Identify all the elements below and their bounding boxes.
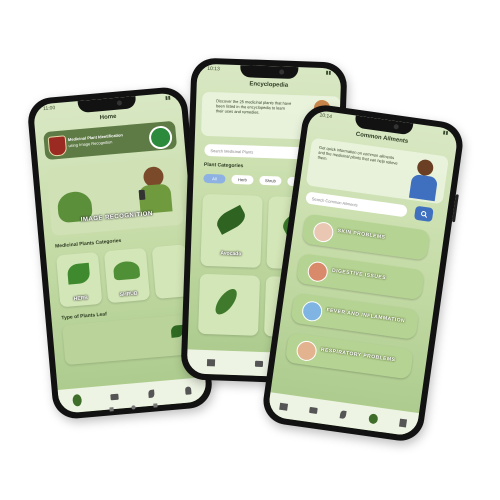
- plant-tile-avocado[interactable]: Avocado: [200, 193, 263, 268]
- ailment-respiratory-problems[interactable]: RESPIRATORY PROBLEMS: [284, 332, 414, 380]
- filter-shrub[interactable]: Shrub: [259, 175, 282, 186]
- herb-leaf-icon: [66, 262, 91, 285]
- categories-label: Medicinal Plants Categories: [54, 237, 122, 250]
- ailment-fever-inflammation[interactable]: FEVER AND INFLAMMATION: [290, 292, 420, 340]
- home-icon[interactable]: [72, 393, 83, 407]
- home-icon[interactable]: [206, 358, 216, 367]
- stomach-icon: [306, 260, 330, 283]
- leaf-icon[interactable]: [338, 410, 348, 420]
- thermometer-icon: [300, 300, 324, 323]
- battery-icon: ▮▮: [164, 95, 171, 102]
- battery-icon: ▮▮: [325, 70, 332, 77]
- filter-all[interactable]: All: [203, 173, 226, 184]
- plant-label-avocado: Avocado: [220, 250, 242, 258]
- system-recents-icon[interactable]: [153, 403, 158, 408]
- image-recognition-banner[interactable]: IMAGE RECOGNITION: [46, 156, 184, 236]
- app-logo-icon: [148, 125, 174, 150]
- avocado-leaf-icon: [213, 204, 249, 235]
- shrub-icon: [112, 260, 141, 281]
- status-time: 10:13: [207, 65, 220, 73]
- ailment-skin-problems[interactable]: SKIN PROBLEMS: [301, 213, 431, 261]
- person-icon[interactable]: [183, 386, 193, 396]
- bottom-nav: [267, 392, 420, 437]
- home-screen: 11:00 ▮▮ Home Medicinal Plant Identifica…: [32, 92, 208, 414]
- lungs-icon: [295, 339, 318, 363]
- school-logo-icon: [47, 135, 68, 157]
- fern-leaf-icon: [211, 285, 241, 318]
- battery-icon: ▮▮: [442, 129, 449, 137]
- ailment-label: SKIN PROBLEMS: [337, 228, 386, 241]
- search-input[interactable]: Search Medicinal Plants: [204, 143, 305, 160]
- page-title: Encyclopedia: [249, 81, 289, 89]
- ailment-label: FEVER AND INFLAMMATION: [326, 307, 406, 325]
- status-time: 11:00: [42, 105, 56, 113]
- search-icon: [420, 210, 427, 218]
- system-home-icon[interactable]: [131, 405, 136, 410]
- ailment-label: DIGESTIVE ISSUES: [331, 267, 387, 282]
- category-tile-shrub[interactable]: SHRUB: [103, 247, 151, 304]
- category-tile-herb[interactable]: HERB: [55, 251, 103, 308]
- category-label-shrub: SHRUB: [119, 290, 138, 299]
- skin-hand-icon: [312, 220, 335, 244]
- camera-icon[interactable]: [308, 405, 318, 415]
- search-button[interactable]: [413, 205, 434, 223]
- leaf-icon[interactable]: [146, 389, 156, 399]
- intro-text: Get quick information on common ailments…: [317, 144, 399, 166]
- plant-categories-label: Plant Categories: [203, 161, 244, 170]
- header-card: Medicinal Plant Identification using Ima…: [43, 120, 178, 161]
- leaf-types-label: Type of Plants Leaf: [61, 311, 108, 322]
- phone-in-hand-icon: [138, 189, 146, 201]
- camera-icon[interactable]: [109, 392, 119, 402]
- ailment-digestive-issues[interactable]: DIGESTIVE ISSUES: [295, 253, 425, 301]
- intro-text: Discover the 25 medicinal plants that ha…: [215, 98, 292, 115]
- system-back-icon[interactable]: [109, 407, 114, 412]
- power-button: [451, 194, 459, 223]
- status-time: 10:14: [319, 112, 333, 121]
- book-icon[interactable]: [397, 418, 407, 428]
- camera-icon[interactable]: [254, 359, 264, 368]
- leaf-type-tile[interactable]: [62, 313, 196, 366]
- home-icon[interactable]: [279, 401, 289, 411]
- person-icon[interactable]: [367, 413, 378, 425]
- category-label-herb: HERB: [73, 294, 89, 303]
- filter-herb[interactable]: Herb: [231, 174, 254, 185]
- boy-shirt: [408, 173, 439, 202]
- ailment-label: RESPIRATORY PROBLEMS: [320, 346, 396, 364]
- plant-tile-3[interactable]: [198, 273, 261, 336]
